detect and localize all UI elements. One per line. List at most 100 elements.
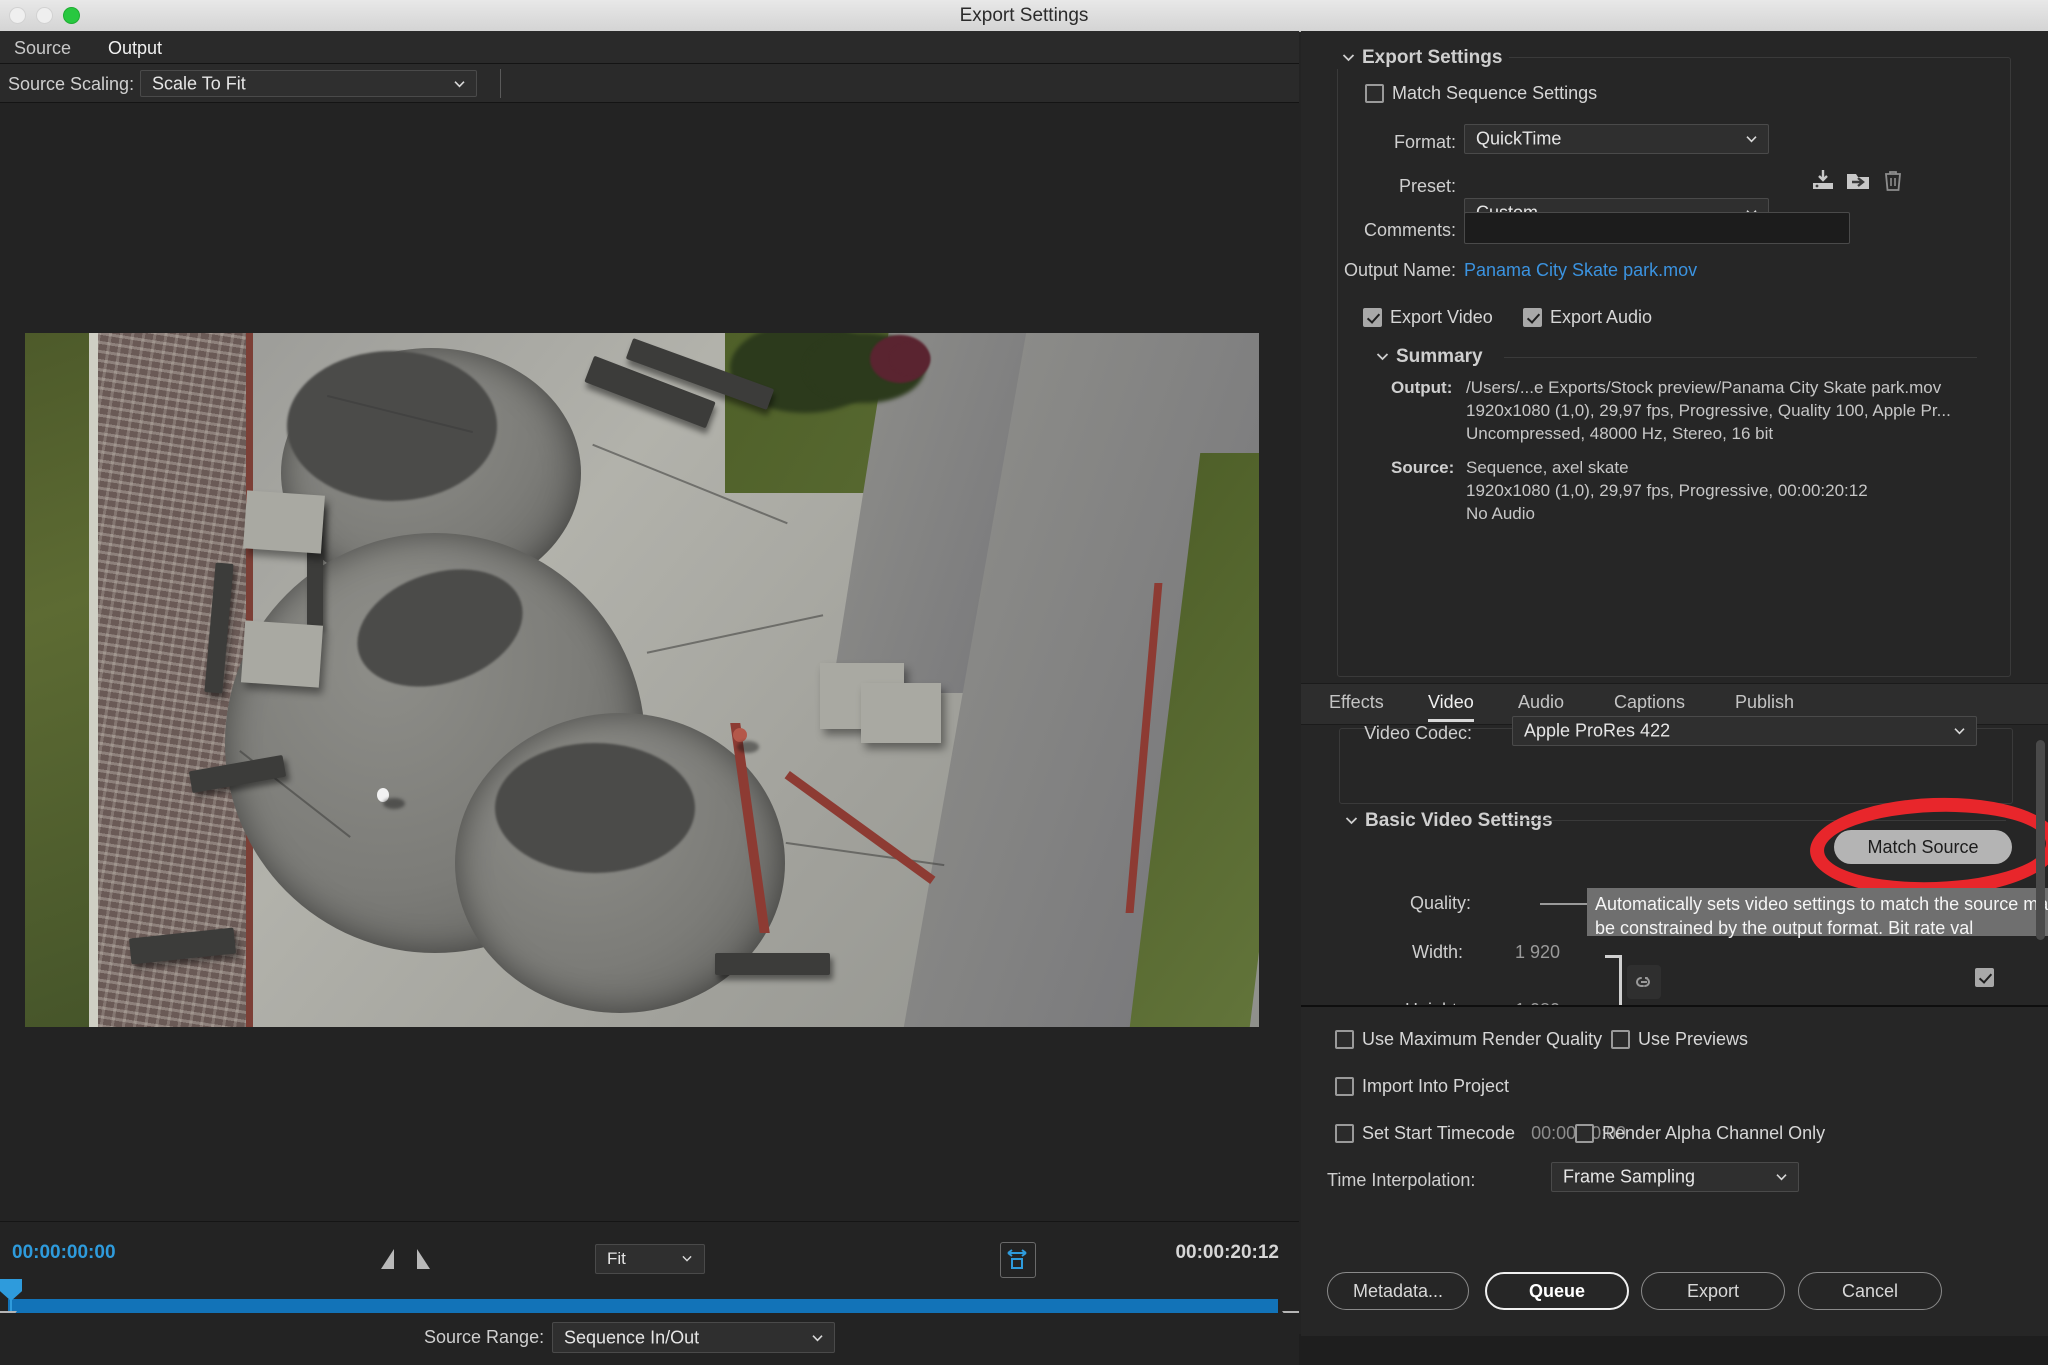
export-video-row[interactable]: Export Video: [1363, 307, 1493, 328]
preset-label: Preset:: [1398, 176, 1456, 196]
use-previews-checkbox[interactable]: [1611, 1030, 1630, 1049]
chevron-down-icon: [682, 1254, 693, 1265]
chevron-down-icon: [1954, 726, 1965, 737]
duration-timecode: 00:00:20:12: [1175, 1242, 1279, 1263]
summary-output-key-text: Output:: [1391, 378, 1453, 397]
tab-effects[interactable]: Effects: [1329, 692, 1384, 719]
tab-publish[interactable]: Publish: [1735, 692, 1794, 719]
basic-video-row-checkbox-box[interactable]: [1975, 968, 1994, 987]
match-sequence-settings-label: Match Sequence Settings: [1392, 83, 1598, 103]
comments-label: Comments:: [1363, 220, 1456, 240]
summary-output-line-2: 1920x1080 (1,0), 29,97 fps, Progressive,…: [1466, 401, 1951, 420]
source-scaling-bar: Source Scaling: Scale To Fit: [0, 64, 1299, 103]
video-codec-select[interactable]: Apple ProRes 422: [1512, 716, 1977, 746]
time-interpolation-label: Time Interpolation:: [1327, 1170, 1476, 1190]
tab-source[interactable]: Source: [8, 35, 77, 65]
source-scaling-label: Source Scaling:: [8, 74, 135, 94]
source-range-toggle-icon[interactable]: [1000, 1242, 1036, 1278]
video-codec-label: Video Codec:: [1364, 723, 1472, 743]
export-audio-label: Export Audio: [1550, 307, 1653, 327]
use-maximum-render-quality-row[interactable]: Use Maximum Render Quality: [1335, 1029, 1602, 1050]
tab-video[interactable]: Video: [1428, 692, 1474, 722]
export-settings-group-title[interactable]: Export Settings: [1335, 47, 1510, 69]
output-name-link[interactable]: Panama City Skate park.mov: [1464, 260, 1697, 281]
current-timecode[interactable]: 00:00:00:00: [12, 1242, 116, 1264]
source-range-bar: Source Range: Sequence In/Out: [0, 1313, 1299, 1365]
summary-output-line-3: Uncompressed, 48000 Hz, Stereo, 16 bit: [1466, 424, 1774, 443]
summary-output-key: Output:: [1391, 378, 1452, 398]
set-start-timecode-label: Set Start Timecode: [1362, 1123, 1516, 1143]
quality-label: Quality:: [1410, 893, 1472, 913]
collapse-chevron-icon[interactable]: [1376, 350, 1389, 363]
use-maximum-render-quality-label: Use Maximum Render Quality: [1362, 1029, 1603, 1049]
preview-tabbar: Source Output: [0, 31, 1299, 68]
zoom-level-select[interactable]: Fit: [595, 1244, 705, 1274]
match-sequence-settings-row[interactable]: Match Sequence Settings: [1365, 83, 1597, 104]
export-video-checkbox[interactable]: [1363, 308, 1382, 327]
source-range-select[interactable]: Sequence In/Out: [552, 1322, 835, 1353]
summary-rule: [1504, 357, 1977, 358]
export-button[interactable]: Export: [1641, 1272, 1785, 1310]
summary-source-key: Source:: [1391, 458, 1454, 478]
tab-captions[interactable]: Captions: [1614, 692, 1685, 719]
in-point-marker-icon[interactable]: [381, 1249, 394, 1269]
render-alpha-channel-only-row[interactable]: Render Alpha Channel Only: [1575, 1123, 1825, 1144]
import-into-project-row[interactable]: Import Into Project: [1335, 1076, 1509, 1097]
render-alpha-channel-only-checkbox[interactable]: [1575, 1124, 1594, 1143]
use-previews-label: Use Previews: [1638, 1029, 1749, 1049]
chevron-down-icon: [1776, 1172, 1787, 1183]
summary-title-text: Summary: [1396, 346, 1483, 367]
format-value: QuickTime: [1476, 128, 1562, 149]
metadata-button[interactable]: Metadata...: [1327, 1272, 1469, 1310]
export-audio-row[interactable]: Export Audio: [1523, 307, 1652, 328]
match-sequence-settings-checkbox[interactable]: [1365, 84, 1384, 103]
toolbar-divider: [500, 69, 501, 98]
match-source-tooltip: Automatically sets video settings to mat…: [1587, 888, 2048, 938]
export-audio-checkbox[interactable]: [1523, 308, 1542, 327]
window-titlebar: Export Settings: [0, 0, 2048, 32]
playback-toolbar: 00:00:00:00 Fit 00:00:20:12: [0, 1221, 1299, 1284]
output-name-label: Output Name:: [1343, 260, 1456, 280]
video-settings-scrollbar[interactable]: [2036, 740, 2045, 940]
delete-preset-icon[interactable]: [1879, 166, 1907, 194]
summary-source-key-text: Source:: [1391, 458, 1455, 477]
use-previews-row[interactable]: Use Previews: [1611, 1029, 1748, 1050]
out-point-marker-icon[interactable]: [417, 1249, 430, 1269]
collapse-chevron-icon[interactable]: [1342, 51, 1355, 64]
import-into-project-checkbox[interactable]: [1335, 1077, 1354, 1096]
use-maximum-render-quality-checkbox[interactable]: [1335, 1030, 1354, 1049]
width-value[interactable]: 1 920: [1515, 942, 1560, 963]
link-dimensions-icon[interactable]: [1627, 965, 1661, 999]
render-alpha-channel-only-label: Render Alpha Channel Only: [1602, 1123, 1826, 1143]
video-codec-value: Apple ProRes 422: [1524, 720, 1671, 741]
export-video-label: Export Video: [1390, 307, 1493, 327]
basic-video-row-checkbox[interactable]: [1975, 968, 1994, 987]
export-settings-title-text: Export Settings: [1362, 47, 1503, 68]
format-label: Format:: [1393, 132, 1456, 152]
cancel-button[interactable]: Cancel: [1798, 1272, 1942, 1310]
set-start-timecode-checkbox[interactable]: [1335, 1124, 1354, 1143]
source-range-label: Source Range:: [424, 1327, 545, 1347]
time-interpolation-select[interactable]: Frame Sampling: [1551, 1162, 1799, 1192]
import-preset-icon[interactable]: [1844, 166, 1872, 194]
bottom-options-panel: Use Maximum Render Quality Use Previews …: [1301, 1005, 2048, 1336]
zoom-level-value: Fit: [607, 1249, 626, 1268]
source-scaling-value: Scale To Fit: [152, 73, 246, 93]
summary-group-title[interactable]: Summary: [1369, 346, 1490, 368]
export-settings-window: Export Settings Source Output Source Sca…: [0, 0, 2048, 1365]
summary-source-line-1: Sequence, axel skate: [1466, 458, 1629, 477]
source-scaling-select[interactable]: Scale To Fit: [140, 70, 477, 97]
preview-viewport: [0, 103, 1299, 1221]
summary-source-line-2: 1920x1080 (1,0), 29,97 fps, Progressive,…: [1466, 481, 1868, 500]
basic-video-settings-title[interactable]: Basic Video Settings: [1345, 810, 1553, 832]
source-range-value: Sequence In/Out: [564, 1327, 700, 1347]
chevron-down-icon: [454, 78, 465, 89]
format-select[interactable]: QuickTime: [1464, 124, 1769, 154]
queue-button[interactable]: Queue: [1485, 1272, 1629, 1310]
save-preset-icon[interactable]: [1809, 166, 1837, 194]
tab-audio[interactable]: Audio: [1518, 692, 1564, 719]
collapse-chevron-icon[interactable]: [1345, 814, 1358, 827]
comments-input[interactable]: [1464, 212, 1850, 244]
video-preview-image: [25, 333, 1259, 1027]
time-interpolation-value: Frame Sampling: [1563, 1166, 1696, 1187]
